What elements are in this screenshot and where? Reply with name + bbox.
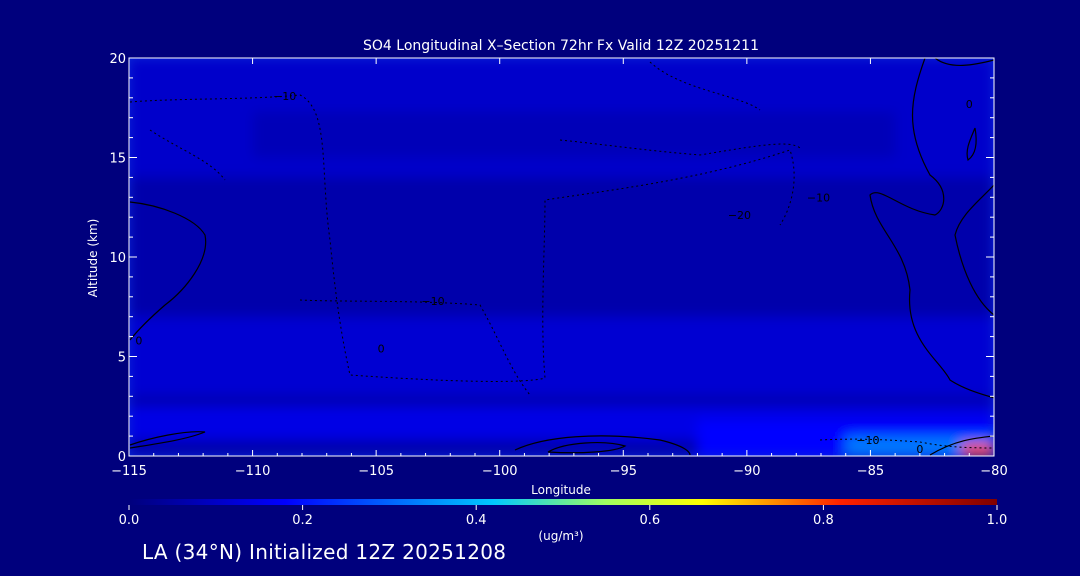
colorbar-tick-label: 0.4 <box>466 513 487 528</box>
x-tick-label: −80 <box>980 464 1007 479</box>
y-tick-label: 10 <box>109 251 126 266</box>
contour-label: −10 <box>807 191 830 204</box>
x-tick-label: −90 <box>733 464 760 479</box>
x-tick-label: −105 <box>358 464 394 479</box>
contour-label: −10 <box>856 434 879 447</box>
contour-label: 0 <box>135 335 142 348</box>
colorbar-tick-label: 0.8 <box>813 513 834 528</box>
x-tick-label: −110 <box>235 464 271 479</box>
plot-area: −10−10−20−100−10000 <box>129 58 994 456</box>
concentration-cell <box>961 444 994 456</box>
contour-label: 0 <box>378 343 385 356</box>
x-tick-label: −85 <box>857 464 884 479</box>
colorbar-tick-label: 0.2 <box>292 513 313 528</box>
y-tick-label: 15 <box>109 152 126 167</box>
contour-label: −10 <box>273 90 296 103</box>
colorbar <box>129 499 997 505</box>
colorbar-tick-label: 0.0 <box>119 513 140 528</box>
colorbar-tick-label: 1.0 <box>987 513 1008 528</box>
colorbar-axis: 0.0 0.2 0.4 0.6 0.8 1.0 <box>119 505 1008 528</box>
y-axis-label: Altitude (km) <box>86 219 100 298</box>
init-label: LA (34°N) Initialized 12Z 20251208 <box>142 540 507 564</box>
colorbar-units: (ug/m³) <box>538 529 583 543</box>
contour-label: −20 <box>728 209 751 222</box>
y-tick-label: 5 <box>118 351 126 366</box>
y-tick-label: 0 <box>118 450 126 465</box>
contour-label: −10 <box>421 295 444 308</box>
colorbar-tick-label: 0.6 <box>639 513 660 528</box>
x-tick-label: −95 <box>610 464 637 479</box>
chart: SO4 Longitudinal X–Section 72hr Fx Valid… <box>86 38 1008 543</box>
concentration-cell <box>129 316 994 397</box>
x-tick-label: −100 <box>482 464 518 479</box>
concentration-cell <box>252 111 896 158</box>
x-tick-label: −115 <box>111 464 147 479</box>
concentration-field <box>129 58 994 456</box>
contour-label: 0 <box>966 98 973 111</box>
chart-title: SO4 Longitudinal X–Section 72hr Fx Valid… <box>363 38 759 54</box>
y-tick-label: 20 <box>109 52 126 67</box>
x-axis-label: Longitude <box>531 483 591 497</box>
